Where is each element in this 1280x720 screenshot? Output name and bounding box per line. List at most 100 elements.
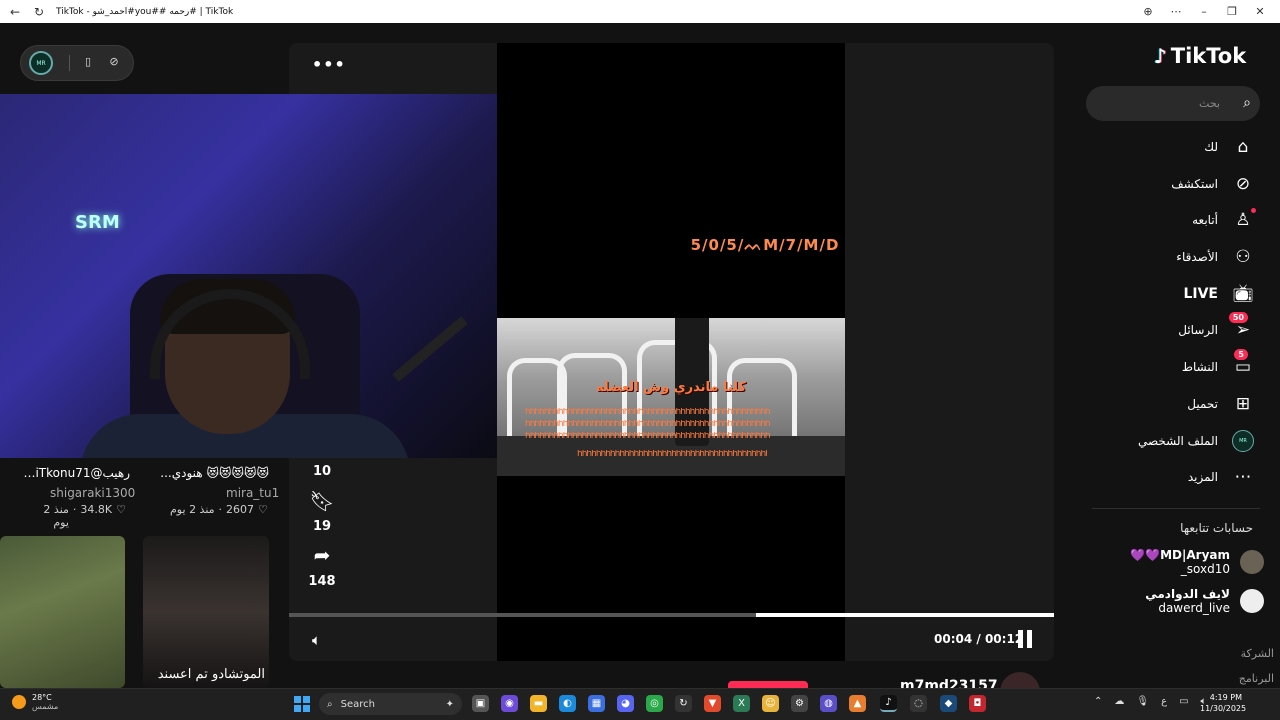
network-icon[interactable]: ▭ xyxy=(1179,696,1188,707)
sidebar-item-activity[interactable]: النشاط ▭ 5 xyxy=(1074,349,1254,382)
sidebar-item-label: استكشف xyxy=(1171,177,1218,191)
file-explorer-icon[interactable]: ▬ xyxy=(530,695,547,712)
tiktok-taskbar-icon[interactable]: ♪ xyxy=(880,695,897,712)
steam-icon[interactable]: ◆ xyxy=(940,695,957,712)
friends-icon: ⚇ xyxy=(1235,247,1251,267)
more-icon: ⋯ xyxy=(1234,467,1252,487)
sidebar-item-label: تحميل xyxy=(1187,397,1218,411)
sidebar-item-profile[interactable]: الملف الشخصي MR xyxy=(1074,426,1254,456)
store-icon[interactable]: ▦ xyxy=(588,695,605,712)
time-current: 00:04 xyxy=(934,632,973,646)
app-icon[interactable]: ↻ xyxy=(675,695,692,712)
sidebar-item-foryou[interactable]: لك ⌂ xyxy=(1074,132,1254,162)
heart-icon: ♡ xyxy=(258,503,268,516)
copilot-icon[interactable]: ◉ xyxy=(501,695,518,712)
mcafee-icon[interactable]: ◘ xyxy=(969,695,986,712)
sidebar-item-live[interactable]: LIVE 📺︎ xyxy=(1074,279,1254,309)
volume-icon[interactable]: 🔈︎ xyxy=(312,631,321,649)
app-icon[interactable]: ◍ xyxy=(820,695,837,712)
grid-item-user[interactable]: mira_tu1 xyxy=(226,486,279,500)
reload-icon[interactable]: ↻ xyxy=(30,5,48,19)
sidebar-item-upload[interactable]: تحميل ⊞ xyxy=(1074,389,1254,419)
sidebar-item-friends[interactable]: الأصدقاء ⚇ xyxy=(1074,242,1254,272)
taskbar-search[interactable]: ⌕ Search ✦ xyxy=(319,693,462,715)
app-icon[interactable]: ▲ xyxy=(849,695,866,712)
browser-title-bar: ← ↻ TikTok - احمد_شو#you## رحمه# | TikTo… xyxy=(0,0,1280,23)
caption-strike-line: hhhhhhhhhhhhhhhhhhhhhhhhhhhhhhhhhhhhhhhh… xyxy=(525,432,771,440)
search-icon[interactable]: ⌕ xyxy=(1243,95,1251,111)
sidebar-item-label: الأصدقاء xyxy=(1176,250,1218,264)
sidebar-item-messages[interactable]: الرسائل ➢ 50 xyxy=(1074,312,1254,345)
grid-item-title[interactable]: رهيب@EiTkonu71... xyxy=(20,466,130,480)
settings-icon[interactable]: ⚙ xyxy=(791,695,808,712)
notification-dot xyxy=(1251,208,1256,213)
chat-app-icon[interactable]: ☺ xyxy=(762,695,779,712)
thumbnail-caption: الموتشادو تم اعسند xyxy=(157,667,265,682)
discord-icon[interactable]: ◕ xyxy=(617,695,634,712)
profile-pill[interactable]: MR ▯ ⊘ xyxy=(20,45,134,81)
bookmark-icon[interactable]: 🔖︎ xyxy=(292,489,352,513)
mic-icon[interactable]: 🎙︎ xyxy=(1136,696,1149,707)
sidebar-item-label: المزيد xyxy=(1187,470,1218,484)
compass-icon[interactable]: ⊘ xyxy=(106,55,122,71)
maximize-icon[interactable]: ❐ xyxy=(1218,5,1246,18)
chevron-up-icon[interactable]: ⌃ xyxy=(1094,696,1102,707)
phone-icon[interactable]: ▯ xyxy=(80,55,96,71)
browser-menu-icon[interactable]: ⋯ xyxy=(1162,5,1190,18)
caption-strike-line: hhhhhhhhhhhhhhhhhhhhhhhhhhhhhhhhhhhhhhhh… xyxy=(525,420,771,428)
time-display: 00:04 / 00:12 xyxy=(934,632,1023,646)
followed-account[interactable]: لايف الدوادمي dawerd_live xyxy=(1114,584,1264,618)
minimize-icon[interactable]: – xyxy=(1190,5,1218,18)
sidebar-item-following[interactable]: أتابعه ♙ xyxy=(1074,205,1256,235)
video-thumbnail[interactable] xyxy=(0,536,125,688)
back-arrow-icon[interactable]: ← xyxy=(6,5,24,19)
video-caption: كلنا ماندري وش العضله xyxy=(595,380,747,395)
windows-start-icon[interactable] xyxy=(294,696,310,712)
followed-account[interactable]: 💜💜MD|Aryam _soxd10 xyxy=(1114,545,1264,579)
sidebar-divider xyxy=(1092,508,1260,509)
task-view-icon[interactable]: ▣ xyxy=(472,695,489,712)
avatar: MR xyxy=(1232,430,1254,452)
close-icon[interactable]: ✕ xyxy=(1246,5,1274,18)
age-label: منذ 2 يوم xyxy=(43,503,69,529)
grid-item-stats: ♡ 34.8K · منذ 2 يوم xyxy=(28,503,126,529)
excel-icon[interactable]: X xyxy=(733,695,750,712)
comments-count: 10 xyxy=(312,464,332,479)
search-box[interactable]: ⌕ xyxy=(1086,86,1260,121)
grid-item-title[interactable]: 😻😻😻😻😻 هنودي... xyxy=(145,466,269,480)
app-icon[interactable]: ◌ xyxy=(910,695,927,712)
share-icon[interactable]: ➦ xyxy=(292,543,352,567)
brave-icon[interactable]: ▼ xyxy=(704,695,721,712)
tiktok-logo[interactable]: ♪ TikTok xyxy=(1154,44,1246,68)
language-indicator[interactable]: ع xyxy=(1161,696,1167,707)
pause-icon[interactable] xyxy=(1018,630,1034,648)
cloud-icon[interactable]: ☁ xyxy=(1114,696,1124,707)
search-input[interactable] xyxy=(1110,97,1220,110)
grid-item-user[interactable]: shigaraki1300 xyxy=(50,486,135,500)
mic-arm-shape xyxy=(392,316,468,382)
live-icon: 📺︎ xyxy=(1232,284,1254,304)
sidebar-item-label: النشاط xyxy=(1181,360,1218,374)
progress-bar[interactable] xyxy=(289,613,1054,617)
video-thumbnail[interactable]: الموتشادو تم اعسند xyxy=(143,536,269,688)
avatar xyxy=(1240,550,1264,574)
edge-icon[interactable]: ◐ xyxy=(559,695,576,712)
following-accounts-title: حسابات تتابعها xyxy=(1180,521,1253,535)
pill-avatar[interactable]: MR xyxy=(29,51,53,75)
zoom-icon[interactable]: ⊕ xyxy=(1134,5,1162,18)
tiktok-note-icon: ♪ xyxy=(1154,44,1167,68)
pill-divider xyxy=(69,55,70,71)
clock[interactable]: 4:19 PM 11/30/2025 xyxy=(1200,692,1246,714)
sidebar-item-label: لك xyxy=(1204,140,1218,154)
search-icon: ⌕ xyxy=(327,698,333,710)
more-options-icon[interactable]: ••• xyxy=(312,55,346,74)
age-label: منذ 2 يوم xyxy=(170,503,215,516)
messages-icon: ➢ 50 xyxy=(1228,312,1254,340)
sidebar-item-more[interactable]: المزيد ⋯ xyxy=(1074,462,1254,492)
weather-widget[interactable]: 28°C مشمس xyxy=(12,693,58,711)
footer-link-company[interactable]: الشركة xyxy=(1241,647,1274,660)
sidebar-item-explore[interactable]: استكشف ⊘ xyxy=(1074,169,1254,199)
chrome-icon[interactable]: ◎ xyxy=(646,695,663,712)
compass-icon: ⊘ xyxy=(1235,174,1251,194)
footer-link-program[interactable]: البرنامج xyxy=(1239,672,1274,685)
